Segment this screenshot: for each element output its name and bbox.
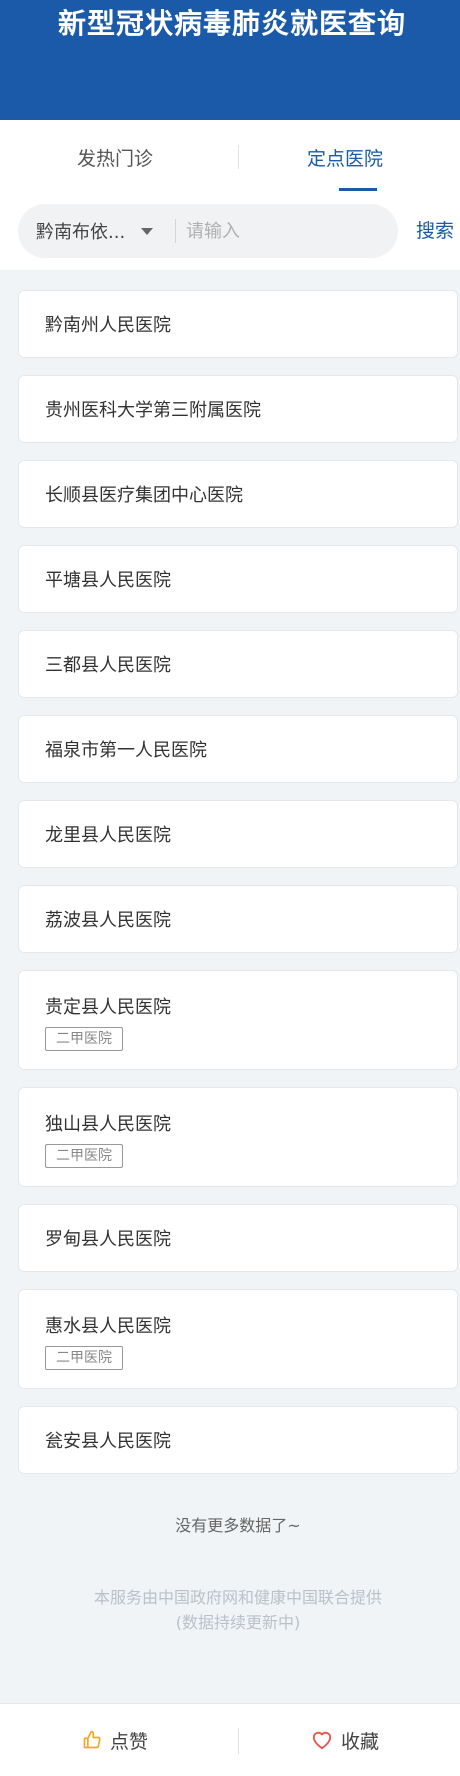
hospital-card[interactable]: 三都县人民医院: [18, 630, 458, 698]
page-title: 新型冠状病毒肺炎就医查询: [58, 7, 407, 40]
hospital-card-body: 黔南州人民医院: [45, 311, 171, 337]
hospital-card[interactable]: 罗甸县人民医院: [18, 1204, 458, 1272]
favorite-label: 收藏: [340, 1730, 379, 1753]
hospital-card-body: 瓮安县人民医院: [45, 1427, 171, 1453]
hospital-card-body: 三都县人民医院: [45, 651, 171, 677]
thumbs-up-icon: [83, 1730, 101, 1749]
list-end-text: 没有更多数据了~: [175, 1516, 301, 1535]
tab-designated-hospitals[interactable]: 定点医院: [230, 120, 460, 194]
hospital-card-body: 罗甸县人民医院: [45, 1225, 171, 1251]
like-button[interactable]: 点赞: [0, 1704, 230, 1776]
hospital-card[interactable]: 惠水县人民医院 二甲医院: [18, 1289, 458, 1389]
tab-fever-clinic[interactable]: 发热门诊: [0, 120, 230, 194]
hospital-name: 黔南州人民医院: [45, 315, 171, 336]
caret-down-icon: [141, 227, 154, 235]
favorite-button[interactable]: 收藏: [230, 1704, 460, 1776]
hospital-name: 惠水县人民医院: [45, 1316, 171, 1337]
hospital-card[interactable]: 龙里县人民医院: [18, 800, 458, 868]
hospital-card[interactable]: 贵定县人民医院 二甲医院: [18, 970, 458, 1070]
hospital-card-body: 贵定县人民医院 二甲医院: [45, 993, 431, 1051]
hospital-grade-badge: 二甲医院: [45, 1144, 123, 1168]
hospital-grade-badge: 二甲医院: [45, 1346, 123, 1370]
hospital-list: 黔南州人民医院贵州医科大学第三附属医院 长顺县医疗集团中心医院 平塘县人民医院 三都县…: [18, 290, 458, 1491]
hospital-name: 福泉市第一人民医院: [45, 740, 207, 761]
hospital-card-body: 荔波县人民医院: [45, 906, 171, 932]
heart-icon: [312, 1731, 332, 1750]
region-select-value: 黔南布依...: [36, 222, 126, 243]
footer-note: 本服务由中国政府网和健康中国联合提供 (数据持续更新中): [0, 1585, 460, 1635]
hospital-card-body: 福泉市第一人民医院: [45, 736, 207, 762]
hospital-card[interactable]: 黔南州人民医院: [18, 290, 458, 358]
search-input[interactable]: [186, 216, 386, 246]
hospital-name: 瓮安县人民医院: [45, 1431, 171, 1452]
hospital-name: 贵定县人民医院: [45, 997, 171, 1018]
hospital-name: 龙里县人民医院: [45, 825, 171, 846]
hospital-card-body: 平塘县人民医院: [45, 566, 171, 592]
like-label: 点赞: [109, 1730, 148, 1753]
hospital-card-body: 贵州医科大学第三附属医院: [45, 396, 261, 422]
hospital-card-body: 长顺县医疗集团中心医院: [45, 481, 243, 507]
hospital-name: 荔波县人民医院: [45, 910, 171, 931]
search-button[interactable]: 搜索: [416, 216, 454, 246]
region-select[interactable]: 黔南布依...: [36, 204, 176, 258]
search-box: 黔南布依...: [18, 204, 398, 258]
hospital-card-body: 惠水县人民医院 二甲医院: [45, 1312, 431, 1370]
bottom-action-bar: 点赞 收藏: [0, 1703, 460, 1776]
hospital-card-body: 龙里县人民医院: [45, 821, 171, 847]
footer-line-1: 本服务由中国政府网和健康中国联合提供: [93, 1588, 382, 1607]
search-divider: [175, 219, 176, 243]
tab-bar: 发热门诊 定点医院: [0, 120, 460, 194]
hospital-card-body: 独山县人民医院 二甲医院: [45, 1110, 431, 1168]
hospital-card[interactable]: 荔波县人民医院: [18, 885, 458, 953]
hospital-name: 罗甸县人民医院: [45, 1229, 171, 1250]
hospital-card[interactable]: 平塘县人民医院: [18, 545, 458, 613]
hospital-card[interactable]: 独山县人民医院 二甲医院: [18, 1087, 458, 1187]
hospital-name: 三都县人民医院: [45, 655, 171, 676]
hospital-name: 平塘县人民医院: [45, 570, 171, 591]
footer-line-2: (数据持续更新中): [175, 1613, 301, 1632]
app-header: 新型冠状病毒肺炎就医查询: [0, 0, 460, 120]
hospital-card[interactable]: 福泉市第一人民医院: [18, 715, 458, 783]
search-bar: 黔南布依... 搜索: [0, 194, 460, 270]
hospital-name: 独山县人民医院: [45, 1114, 171, 1135]
hospital-grade-badge: 二甲医院: [45, 1027, 123, 1051]
active-tab-indicator: [339, 188, 377, 191]
hospital-name: 长顺县医疗集团中心医院: [45, 485, 243, 506]
hospital-card[interactable]: 长顺县医疗集团中心医院: [18, 460, 458, 528]
hospital-card[interactable]: 贵州医科大学第三附属医院: [18, 375, 458, 443]
hospital-name: 贵州医科大学第三附属医院: [45, 400, 261, 421]
hospital-card[interactable]: 瓮安县人民医院: [18, 1406, 458, 1474]
